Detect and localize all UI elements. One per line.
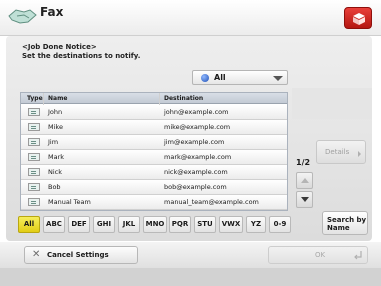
- email-type-icon: [28, 138, 40, 146]
- row-destination: john@example.com: [164, 108, 229, 116]
- tab-abc[interactable]: ABC: [43, 216, 65, 233]
- table-row[interactable]: Nick nick@example.com: [21, 165, 287, 180]
- tab-vwx[interactable]: VWX: [219, 216, 243, 233]
- filter-selected-value: All: [214, 73, 226, 82]
- status-monitor-button[interactable]: [344, 7, 372, 29]
- row-name: Jim: [48, 138, 59, 146]
- tab-jkl[interactable]: JKL: [118, 216, 140, 233]
- row-name: Mike: [48, 123, 63, 131]
- row-destination: manual_team@example.com: [164, 198, 259, 206]
- email-type-icon: [28, 123, 40, 131]
- notice-heading: <Job Done Notice>: [22, 43, 97, 51]
- email-type-icon: [28, 198, 40, 206]
- scroll-down-button[interactable]: [296, 191, 313, 208]
- status-monitor-icon: [353, 13, 365, 25]
- table-row[interactable]: Mike mike@example.com: [21, 120, 287, 135]
- ok-label: OK: [315, 251, 326, 259]
- column-header-type: Type: [27, 95, 43, 102]
- table-header: Type Name Destination: [21, 93, 287, 104]
- scroll-up-button[interactable]: [296, 172, 313, 189]
- cancel-settings-button[interactable]: ✕ Cancel Settings: [24, 246, 138, 264]
- tab-yz[interactable]: YZ: [246, 216, 266, 233]
- tab-def[interactable]: DEF: [68, 216, 90, 233]
- search-by-name-button[interactable]: Search by Name: [322, 211, 368, 235]
- page-title: Fax: [40, 5, 64, 19]
- tab-0-9[interactable]: 0-9: [269, 216, 291, 233]
- destination-filter-dropdown[interactable]: All: [192, 70, 288, 85]
- tab-stu[interactable]: STU: [194, 216, 216, 233]
- email-type-icon: [28, 183, 40, 191]
- filter-globe-icon: [201, 74, 209, 82]
- close-icon: ✕: [32, 249, 41, 260]
- table-row[interactable]: Jim jim@example.com: [21, 135, 287, 150]
- row-destination: mike@example.com: [164, 123, 231, 131]
- cancel-label: Cancel Settings: [47, 251, 109, 259]
- fax-handshake-icon: [8, 9, 37, 24]
- tab-pqr[interactable]: PQR: [169, 216, 191, 233]
- row-name: Mark: [48, 153, 65, 161]
- title-bar: Fax: [0, 0, 381, 36]
- row-destination: bob@example.com: [164, 183, 227, 191]
- notice-instruction: Set the destinations to notify.: [22, 52, 141, 60]
- column-header-destination: Destination: [164, 95, 204, 102]
- tab-all[interactable]: All: [18, 216, 40, 233]
- row-destination: nick@example.com: [164, 168, 228, 176]
- row-destination: jim@example.com: [164, 138, 225, 146]
- search-by-name-label-line2: Name: [327, 224, 350, 232]
- column-header-name: Name: [48, 95, 68, 102]
- side-panel-area: [292, 88, 372, 119]
- row-name: Nick: [48, 168, 63, 176]
- job-done-notice-text: <Job Done Notice> Set the destinations t…: [22, 43, 140, 61]
- row-name: Bob: [48, 183, 61, 191]
- arrow-up-icon: [301, 178, 309, 183]
- search-by-name-label-line1: Search by: [327, 216, 367, 224]
- email-type-icon: [28, 108, 40, 116]
- row-destination: mark@example.com: [164, 153, 232, 161]
- enter-icon: [354, 251, 362, 260]
- chevron-down-icon: [273, 76, 283, 81]
- tab-ghi[interactable]: GHI: [93, 216, 115, 233]
- table-row[interactable]: Mark mark@example.com: [21, 150, 287, 165]
- table-row[interactable]: Manual Team manual_team@example.com: [21, 195, 287, 210]
- row-name: John: [48, 108, 63, 116]
- email-type-icon: [28, 153, 40, 161]
- table-row[interactable]: John john@example.com: [21, 105, 287, 120]
- ok-button[interactable]: OK: [268, 246, 368, 264]
- tab-mno[interactable]: MNO: [143, 216, 167, 233]
- table-row[interactable]: Bob bob@example.com: [21, 180, 287, 195]
- destination-table: Type Name Destination John john@example.…: [20, 92, 288, 211]
- chevron-right-icon: [358, 151, 361, 157]
- details-label: Details: [325, 148, 350, 156]
- row-name: Manual Team: [48, 198, 91, 206]
- arrow-down-icon: [301, 197, 309, 202]
- details-button[interactable]: Details: [316, 140, 366, 164]
- footer-strip: [0, 268, 381, 286]
- email-type-icon: [28, 168, 40, 176]
- page-indicator: 1/2: [296, 158, 311, 167]
